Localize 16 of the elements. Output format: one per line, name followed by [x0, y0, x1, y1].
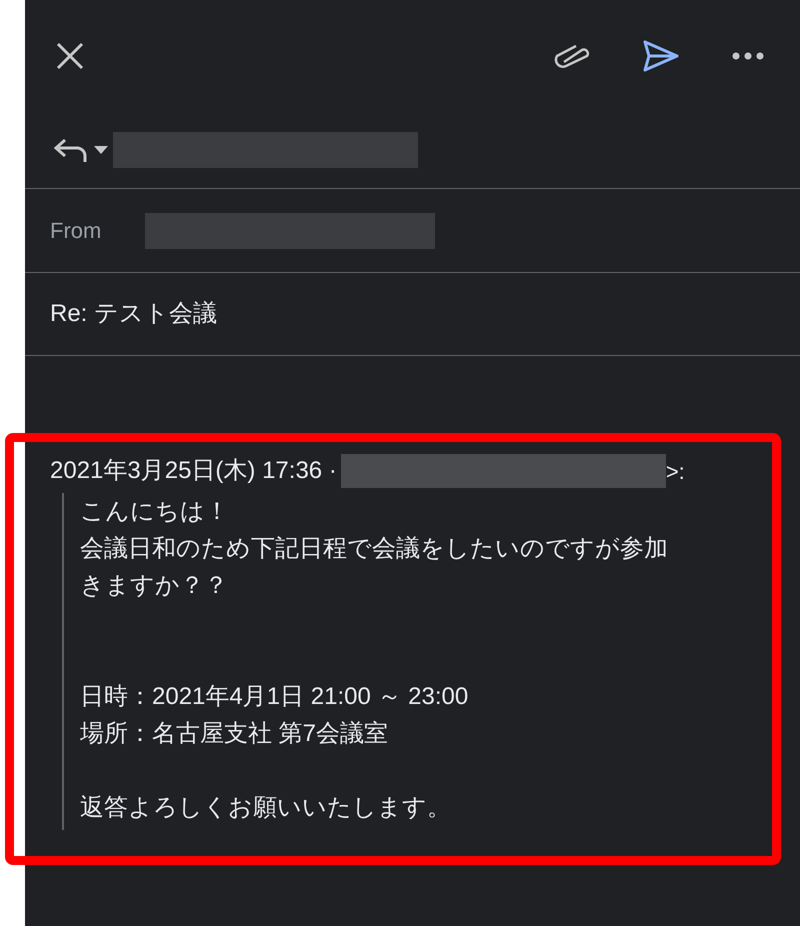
- paperclip-icon[interactable]: [552, 44, 592, 68]
- caret-icon[interactable]: [93, 145, 109, 155]
- close-icon[interactable]: [55, 41, 85, 71]
- subject-text: Re: テスト会議: [50, 299, 218, 329]
- quote-line: 返答よろしくお願いいたします。: [80, 793, 452, 823]
- quote-line: 場所：名古屋支社 第7会議室: [80, 719, 390, 749]
- quote-header: 2021年3月25日(木) 17:36 ·: [50, 456, 337, 486]
- from-label: From: [50, 217, 102, 245]
- quote-line: 日時：2021年4月1日 21:00 ～ 23:00: [80, 682, 470, 712]
- quote-header-end: >:: [666, 458, 685, 486]
- send-icon[interactable]: [642, 39, 680, 73]
- more-icon[interactable]: [732, 52, 764, 60]
- quote-line: きますか？？: [80, 571, 229, 601]
- quote-line: 会議日和のため下記日程で会議をしたいのですが参加: [80, 534, 669, 564]
- reply-icon[interactable]: [53, 136, 89, 164]
- quote-line: こんにちは！: [80, 497, 230, 527]
